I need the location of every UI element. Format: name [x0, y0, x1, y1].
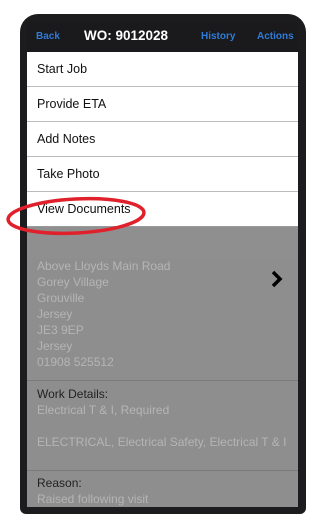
back-button[interactable]: Back [36, 31, 60, 42]
address-line: Jersey [37, 307, 73, 321]
nav-bar: Back WO: 9012028 History Actions [27, 22, 298, 52]
app-screen: Back WO: 9012028 History Actions Start J… [27, 22, 298, 507]
divider [27, 470, 298, 471]
address-line: JE3 9EP [37, 323, 84, 337]
work-details-title: Work Details: [37, 387, 109, 401]
address-block[interactable]: Above Lloyds Main Road Gorey Village Gro… [37, 258, 170, 370]
address-line: Gorey Village [37, 275, 109, 289]
divider [27, 380, 298, 381]
menu-item-add-notes[interactable]: Add Notes [27, 122, 298, 157]
reason-title: Reason: [37, 476, 82, 490]
page-title: WO: 9012028 [84, 28, 169, 43]
address-line: Jersey [37, 339, 73, 353]
address-line: Above Lloyds Main Road [37, 259, 171, 273]
history-button[interactable]: History [201, 31, 235, 42]
work-order-details: Above Lloyds Main Road Gorey Village Gro… [27, 258, 298, 507]
menu-item-provide-eta[interactable]: Provide ETA [27, 87, 298, 122]
address-line: Grouville [37, 291, 85, 305]
work-details-line2: ELECTRICAL, Electrical Safety, Electrica… [37, 435, 287, 449]
device-frame: Back WO: 9012028 History Actions Start J… [20, 14, 306, 514]
menu-item-take-photo[interactable]: Take Photo [27, 157, 298, 192]
reason-text: Raised following visit [37, 492, 149, 506]
actions-button[interactable]: Actions [257, 31, 294, 42]
menu-item-view-documents[interactable]: View Documents [27, 192, 298, 227]
phone-number: 01908 525512 [37, 355, 114, 369]
chevron-right-icon[interactable] [271, 270, 283, 288]
actions-menu: Start Job Provide ETA Add Notes Take Pho… [27, 52, 298, 227]
work-details-line1: Electrical T & I, Required [37, 403, 170, 417]
menu-item-start-job[interactable]: Start Job [27, 52, 298, 87]
